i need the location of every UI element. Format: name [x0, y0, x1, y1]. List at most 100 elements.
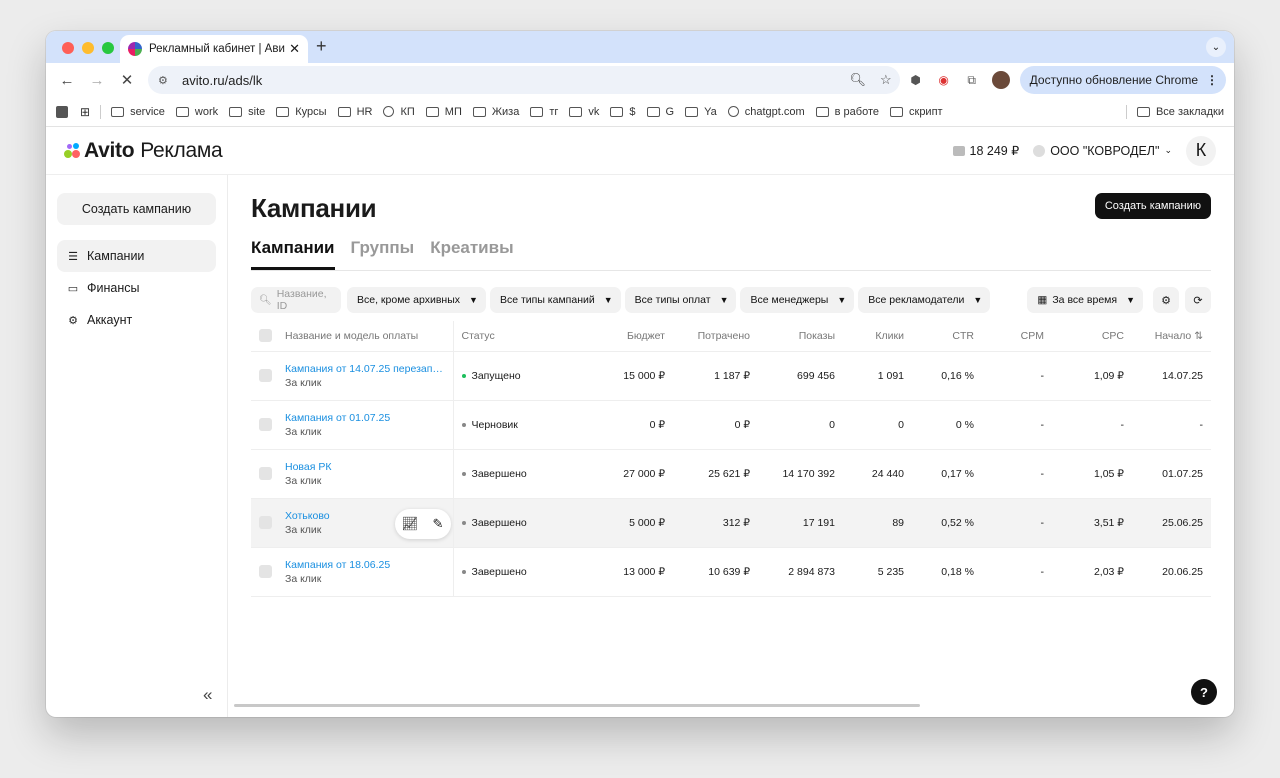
stop-button[interactable]: ✕ [114, 67, 140, 93]
campaign-name-cell: Новая РК За клик [277, 448, 454, 498]
row-checkbox[interactable] [259, 467, 272, 480]
stats-chart-icon[interactable]: 📈︎ [402, 516, 419, 532]
folder-icon [175, 106, 189, 117]
help-button[interactable]: ? [1191, 679, 1217, 705]
row-checkbox[interactable] [259, 516, 272, 529]
balance[interactable]: 18 249 ₽ [952, 143, 1019, 158]
advertiser-select[interactable]: Все рекламодатели ▼ [858, 287, 991, 313]
extensions-puzzle-icon[interactable]: ⧉ [960, 68, 984, 92]
campaign-link[interactable]: Новая РК [285, 461, 445, 473]
col-header-impressions[interactable]: Показы [758, 321, 843, 351]
forward-button[interactable]: → [84, 67, 110, 93]
bookmark-item[interactable]: site [229, 106, 265, 118]
col-header-status[interactable]: Статус [453, 321, 563, 351]
bookmark-label: Ya [704, 105, 717, 118]
tab-title: Рекламный кабинет | Авито [149, 43, 286, 55]
bookmark-star-icon[interactable]: ☆ [880, 72, 892, 88]
col-header-cpm[interactable]: CPM [982, 321, 1052, 351]
new-tab-button[interactable]: + [316, 36, 327, 57]
chrome-update-button[interactable]: Доступно обновление Chrome ⋮ [1019, 66, 1226, 94]
tab-groups[interactable]: Группы [351, 238, 415, 270]
select-all-checkbox[interactable] [259, 329, 272, 343]
archive-filter-select[interactable]: Все, кроме архивных ▼ [347, 287, 486, 313]
bookmark-item[interactable]: $ [610, 105, 636, 118]
site-info-icon[interactable]: ⚙ [158, 74, 174, 87]
cpc-cell: 3,51 ₽ [1052, 497, 1132, 547]
collapse-sidebar-button[interactable]: « [203, 685, 212, 705]
row-checkbox[interactable] [259, 369, 272, 382]
user-avatar[interactable]: К [1186, 135, 1216, 166]
maximize-window-button[interactable] [102, 42, 114, 54]
record-extension-icon[interactable]: ◉ [932, 68, 956, 92]
bookmark-item[interactable]: в работе [815, 106, 879, 118]
col-header-ctr[interactable]: CTR [912, 321, 982, 351]
create-campaign-button[interactable]: Создать кампанию [1094, 193, 1211, 219]
extension-icon[interactable]: ⬢ [904, 68, 928, 92]
table-row[interactable]: Хотьково За клик 📈︎ ✎ Завершено 5 000 ₽312 ₽1… [251, 497, 1211, 547]
bookmark-item[interactable]: Курсы [276, 106, 327, 118]
avito-logo[interactable]: Avito Реклама [64, 138, 223, 163]
payment-type-select[interactable]: Все типы оплат ▼ [624, 287, 737, 313]
sidebar-toggle-icon[interactable] [56, 105, 68, 118]
row-checkbox[interactable] [259, 418, 272, 431]
col-header-spent[interactable]: Потрачено [673, 321, 758, 351]
bookmark-item[interactable]: тг [530, 106, 558, 118]
logo-brand: Avito [84, 138, 135, 162]
table-row[interactable]: Новая РК За клик Завершено 27 000 ₽25 621 ₽… [251, 448, 1211, 498]
close-window-button[interactable] [62, 42, 74, 54]
campaign-type-select[interactable]: Все типы кампаний ▼ [489, 287, 621, 313]
bookmark-item[interactable]: скрипт [890, 106, 943, 118]
tab-campaigns[interactable]: Кампании [251, 238, 335, 270]
bookmark-item[interactable]: G [646, 106, 674, 118]
edit-pencil-icon[interactable]: ✎ [432, 516, 443, 532]
bookmark-item[interactable]: vk [569, 106, 599, 118]
sidebar-item-campaigns[interactable]: ☰ Кампании [57, 240, 216, 272]
bookmark-item[interactable]: work [175, 106, 218, 118]
campaign-name-cell: Кампания от 01.07.25 За клик [277, 399, 454, 449]
tab-search-button[interactable]: ⌄ [1206, 37, 1226, 57]
bookmark-item[interactable]: service [111, 106, 165, 118]
sidebar-create-campaign-button[interactable]: Создать кампанию [57, 193, 216, 225]
bookmark-item[interactable]: chatgpt.com [727, 106, 805, 118]
organization-switcher[interactable]: ООО "КОВРОДЕЛ" ⌄ [1033, 144, 1172, 158]
profile-avatar[interactable] [991, 71, 1010, 89]
bookmark-label: $ [629, 105, 636, 118]
campaign-link[interactable]: Кампания от 01.07.25 [285, 412, 445, 424]
col-header-cpc[interactable]: CPC [1052, 321, 1132, 351]
col-header-clicks[interactable]: Клики [843, 321, 912, 351]
folder-icon [276, 106, 290, 117]
settings-icon[interactable]: ⚙ [1153, 287, 1179, 313]
row-checkbox[interactable] [259, 565, 272, 578]
col-header-start[interactable]: Начало ⇅ [1132, 321, 1211, 351]
horizontal-scrollbar[interactable] [234, 704, 920, 707]
impressions-cell: 0 [758, 399, 843, 449]
sidebar-item-finances[interactable]: ▭ Финансы [57, 272, 216, 304]
browser-tab[interactable]: Рекламный кабинет | Авито ✕ [120, 35, 308, 63]
bookmark-item[interactable]: HR [337, 106, 372, 118]
col-header-budget[interactable]: Бюджет [563, 321, 673, 351]
table-row[interactable]: Кампания от 14.07.25 перезапуск на...За … [251, 350, 1211, 400]
bookmark-item[interactable]: Жиза [472, 106, 519, 118]
bookmark-item[interactable]: МП [425, 106, 462, 118]
minimize-window-button[interactable] [82, 42, 94, 54]
all-bookmarks[interactable]: Все закладки [1125, 104, 1224, 119]
period-select[interactable]: ▦ За все время ▼ [1027, 287, 1143, 313]
close-tab-icon[interactable]: ✕ [289, 41, 300, 57]
search-input[interactable]: 🔍︎ Название, ID [251, 287, 341, 313]
tab-creatives[interactable]: Креативы [430, 238, 513, 270]
apps-grid-icon[interactable]: ⊞ [80, 105, 90, 119]
sidebar-item-account[interactable]: ⚙ Аккаунт [57, 304, 216, 336]
table-row[interactable]: Кампания от 01.07.25 За клик Черновик 0 ₽0 … [251, 399, 1211, 449]
campaign-link[interactable]: Кампания от 14.07.25 перезапуск на... [285, 363, 445, 375]
manager-select[interactable]: Все менеджеры ▼ [740, 287, 855, 313]
bookmark-item[interactable]: КП [383, 106, 415, 118]
campaign-link[interactable]: Кампания от 18.06.25 [285, 559, 445, 571]
zoom-icon[interactable]: 🔍︎ [849, 72, 866, 88]
start-date-cell: 25.06.25 [1132, 497, 1211, 547]
back-button[interactable]: ← [54, 67, 80, 93]
address-bar[interactable]: ⚙ avito.ru/ads/lk 🔍︎ ☆ [148, 66, 900, 94]
refresh-icon[interactable]: ⟳ [1185, 287, 1211, 313]
col-header-name[interactable]: Название и модель оплаты [277, 321, 454, 351]
bookmark-item[interactable]: Ya [685, 106, 717, 118]
table-row[interactable]: Кампания от 18.06.25 За клик Завершено 13 0… [251, 546, 1211, 597]
